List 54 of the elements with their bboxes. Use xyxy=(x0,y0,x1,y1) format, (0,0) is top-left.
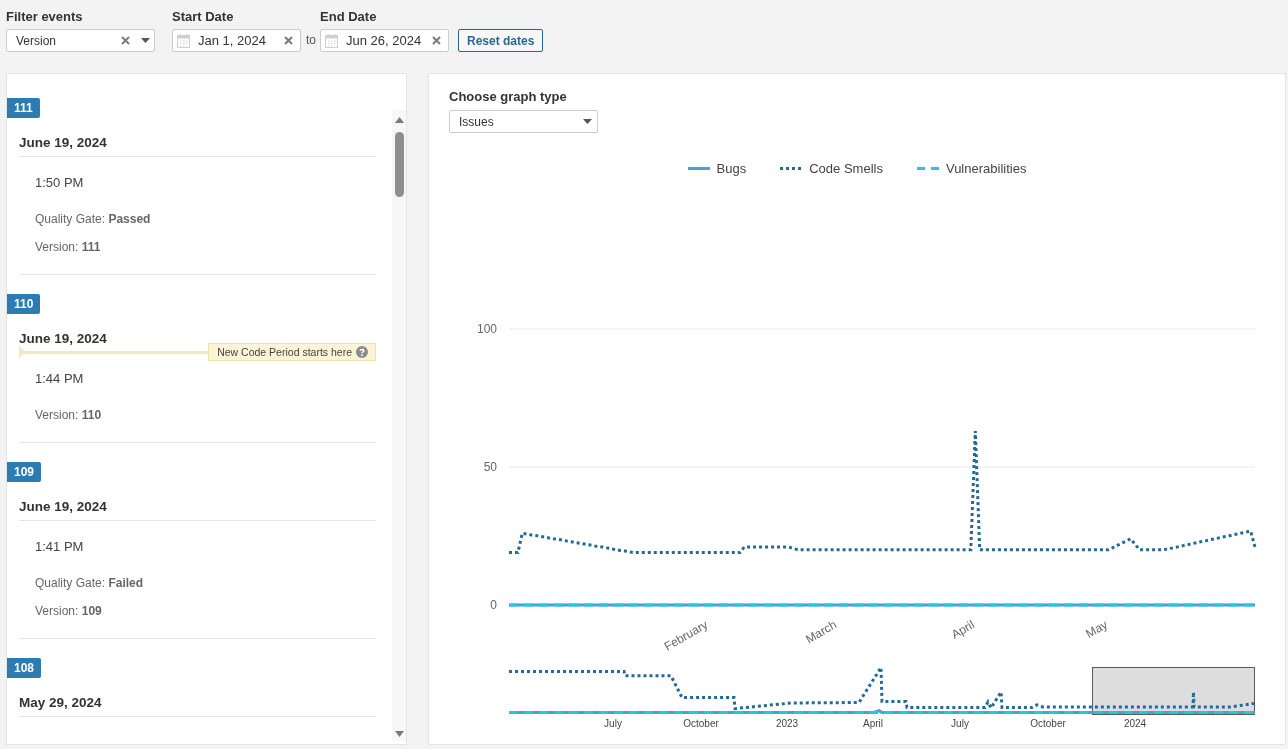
graph-type-label: Choose graph type xyxy=(449,89,567,105)
graph-type-select[interactable]: Issues xyxy=(449,110,598,133)
clear-icon[interactable] xyxy=(284,36,293,45)
event-detail: Version: 111 xyxy=(34,239,102,256)
scroll-down-icon[interactable] xyxy=(394,731,404,737)
filter-events-label: Filter events xyxy=(6,9,83,25)
legend-label: Vulnerabilities xyxy=(945,160,1027,176)
version-badge: 111 xyxy=(7,98,40,118)
y-axis-label: 50 xyxy=(483,460,497,474)
caret-icon[interactable] xyxy=(583,119,592,124)
scrollbar-track[interactable] xyxy=(392,110,406,741)
scroll-up-icon[interactable] xyxy=(394,117,404,123)
event-time: 1:44 PM xyxy=(34,370,85,388)
calendar-icon xyxy=(325,33,338,48)
overview-axis-label: 2023 xyxy=(775,718,799,729)
calendar-icon xyxy=(177,33,190,48)
clear-icon[interactable] xyxy=(432,36,441,45)
overview-axis-label: July xyxy=(604,718,622,729)
event-date: May 29, 2024 xyxy=(19,696,102,710)
end-date-label: End Date xyxy=(320,9,377,25)
clear-icon[interactable] xyxy=(121,36,130,45)
overview-axis-label: 2024 xyxy=(1123,718,1147,729)
legend-label: Code Smells xyxy=(809,160,883,176)
start-date-field[interactable]: Jan 1, 2024 xyxy=(172,29,301,52)
new-code-period-text: New Code Period starts here xyxy=(217,346,352,358)
y-axis-label: 100 xyxy=(476,322,497,336)
x-axis-label: May xyxy=(1083,617,1110,641)
event-date: June 19, 2024 xyxy=(19,332,107,346)
overview-axis-label: July xyxy=(951,718,969,729)
event-time: 1:50 PM xyxy=(34,174,85,192)
scrollbar-thumb[interactable] xyxy=(394,132,404,197)
date-separator: to xyxy=(306,32,316,49)
version-badge: 108 xyxy=(7,658,42,678)
caret-icon[interactable] xyxy=(141,38,150,43)
event-date: June 19, 2024 xyxy=(19,136,107,150)
overview-axis-label: April xyxy=(863,718,883,729)
event-date: June 19, 2024 xyxy=(19,500,107,514)
x-axis-label: April xyxy=(948,617,977,642)
event-filter-select[interactable]: Version xyxy=(6,29,155,52)
version-badge: 109 xyxy=(7,462,42,482)
y-axis-label: 0 xyxy=(490,598,497,612)
reset-dates-button[interactable]: Reset dates xyxy=(458,29,544,52)
event-detail: Quality Gate: Failed xyxy=(34,575,145,592)
end-date-field[interactable]: Jun 26, 2024 xyxy=(320,29,449,52)
event-detail: Quality Gate: Passed xyxy=(34,211,152,228)
event-time: 1:41 PM xyxy=(34,538,85,556)
overview-axis-label: October xyxy=(1030,718,1066,729)
event-detail: Version: 110 xyxy=(34,407,103,424)
start-date-label: Start Date xyxy=(172,9,234,25)
event-detail: Version: 109 xyxy=(34,603,103,620)
help-icon[interactable] xyxy=(356,346,368,358)
legend-label: Bugs xyxy=(716,160,747,176)
overview-axis-label: October xyxy=(683,718,719,729)
version-badge: 110 xyxy=(7,294,41,314)
